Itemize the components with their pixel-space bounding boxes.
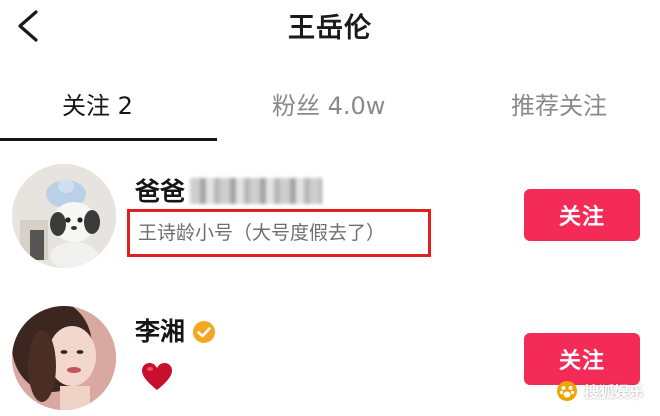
portrait-avatar xyxy=(12,306,116,410)
active-tab-indicator xyxy=(0,138,217,141)
watermark-text: 搜狐娱乐 xyxy=(583,382,644,401)
user-name: 爸爸 xyxy=(135,177,186,206)
following-list-item[interactable]: 爸爸 王诗龄小号（大号度假去了） 关注 xyxy=(0,152,660,272)
user-name: 李湘 xyxy=(135,317,186,346)
tab-following[interactable]: 关注 2 xyxy=(62,86,133,121)
follow-button[interactable]: 关注 xyxy=(524,189,640,241)
top-bar: 王岳伦 xyxy=(0,0,660,56)
tab-recommended[interactable]: 推荐关注 xyxy=(511,86,607,121)
page-title: 王岳伦 xyxy=(288,13,372,44)
follow-button[interactable]: 关注 xyxy=(524,333,640,385)
verified-badge-icon xyxy=(193,321,215,343)
tab-bar: 关注 2 粉丝 4.0w 推荐关注 xyxy=(0,72,660,144)
avatar[interactable] xyxy=(12,164,116,268)
paw-logo-icon xyxy=(556,381,577,401)
plush-toy-avatar xyxy=(12,164,116,268)
tab-fans[interactable]: 粉丝 4.0w xyxy=(272,86,385,121)
obscured-name-block xyxy=(190,178,322,204)
avatar[interactable] xyxy=(12,306,116,410)
highlight-annotation-box xyxy=(127,209,431,257)
heart-icon xyxy=(142,363,172,390)
watermark: 搜狐娱乐 xyxy=(556,380,644,402)
